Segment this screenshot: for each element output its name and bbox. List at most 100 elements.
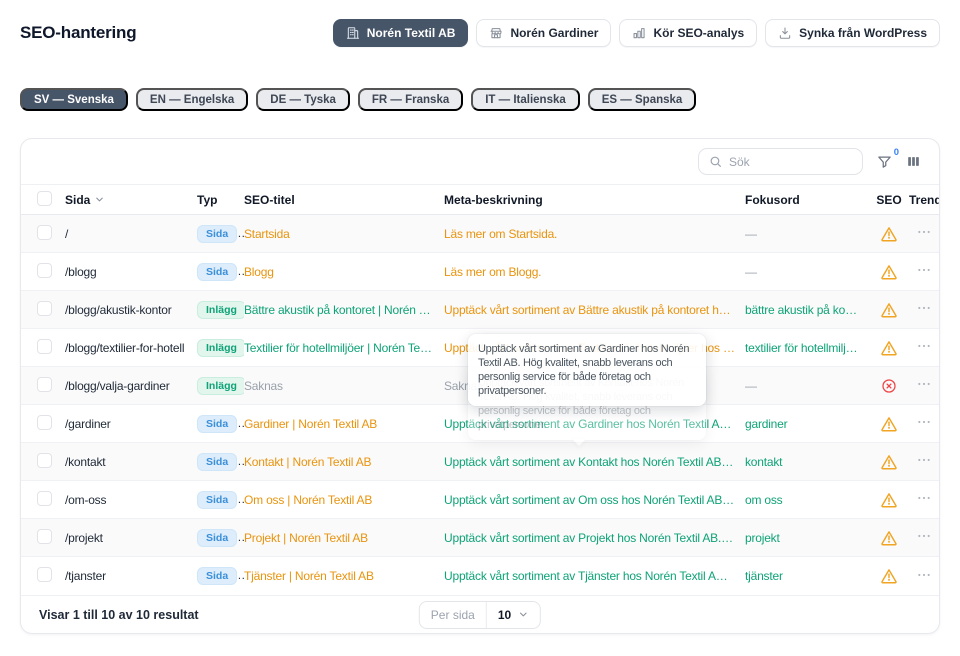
ellipsis-icon <box>916 414 932 433</box>
row-seo-title: Kontakt | Norén Textil AB <box>244 455 444 469</box>
ellipsis-icon <box>916 338 932 357</box>
building-icon <box>346 26 360 40</box>
lang-tab-en[interactable]: EN — Engelska <box>136 88 248 111</box>
select-all-checkbox[interactable] <box>37 191 52 206</box>
language-tabs: SV — Svenska EN — Engelska DE — Tyska FR — … <box>0 88 960 111</box>
row-path: /tjanster <box>65 569 197 583</box>
type-badge: Inlägg <box>197 339 244 357</box>
row-actions-button[interactable] <box>916 300 932 319</box>
lang-tab-sv[interactable]: SV — Svenska <box>20 88 128 111</box>
table-row: /om-ossSidaOm oss | Norén Textil ABUpptä… <box>21 481 939 519</box>
filter-button[interactable]: 0 <box>877 154 892 169</box>
row-focus-keyword: gardiner <box>745 417 869 431</box>
columns-button[interactable] <box>906 154 921 169</box>
column-header-seo-titel: SEO-titel <box>244 193 444 207</box>
button-norén-textil-ab[interactable]: Norén Textil AB <box>333 19 469 47</box>
row-actions-button[interactable] <box>916 338 932 357</box>
row-focus-keyword: kontakt <box>745 455 869 469</box>
download-icon <box>778 26 792 40</box>
row-checkbox[interactable] <box>37 301 52 316</box>
chevron-down-icon <box>94 194 105 205</box>
row-actions-button[interactable] <box>916 528 932 547</box>
row-focus-keyword: bättre akustik på kontoret <box>745 303 869 317</box>
row-focus-keyword: om oss <box>745 493 869 507</box>
seo-status-warning-icon <box>869 567 909 585</box>
button-kör-seo-analys[interactable]: Kör SEO-analys <box>619 19 757 47</box>
row-meta-description: Upptäck vårt sortiment av Kontakt hos No… <box>444 455 745 469</box>
row-checkbox[interactable] <box>37 339 52 354</box>
row-actions-button[interactable] <box>916 567 932 586</box>
type-badge: Inlägg <box>197 377 244 395</box>
row-focus-keyword: projekt <box>745 531 869 545</box>
row-actions-button[interactable] <box>916 490 932 509</box>
row-checkbox[interactable] <box>37 415 52 430</box>
search-input[interactable] <box>729 155 852 169</box>
table-row: /SidaStartsidaLäs mer om Startsida.— <box>21 215 939 253</box>
seo-status-warning-icon <box>869 339 909 357</box>
seo-status-warning-icon <box>869 301 909 319</box>
table-row: /tjansterSidaTjänster | Norén Textil ABU… <box>21 557 939 595</box>
row-checkbox[interactable] <box>37 225 52 240</box>
per-page-label: Per sida <box>420 602 487 628</box>
search-box[interactable] <box>698 148 863 175</box>
column-header-sida[interactable]: Sida <box>65 193 105 207</box>
type-badge: Sida <box>197 453 237 471</box>
table-header: Sida Typ SEO-titel Meta-beskrivning Foku… <box>21 184 939 215</box>
button-synka-från-wordpress[interactable]: Synka från WordPress <box>765 19 940 47</box>
button-norén-gardiner[interactable]: Norén Gardiner <box>476 19 611 47</box>
row-checkbox[interactable] <box>37 567 52 582</box>
seo-status-warning-icon <box>869 453 909 471</box>
type-badge: Sida <box>197 491 237 509</box>
row-actions-button[interactable] <box>916 414 932 433</box>
lang-tab-fr[interactable]: FR — Franska <box>358 88 463 111</box>
row-path: /gardiner <box>65 417 197 431</box>
row-actions-button[interactable] <box>916 452 932 471</box>
row-seo-title: Blogg <box>244 265 444 279</box>
type-badge: Sida <box>197 225 237 243</box>
seo-status-warning-icon <box>869 415 909 433</box>
row-meta-description: Upptäck vårt sortiment av Tjänster hos N… <box>444 569 745 583</box>
seo-status-error-icon <box>869 378 909 394</box>
row-checkbox[interactable] <box>37 263 52 278</box>
results-count: Visar 1 till 10 av 10 resultat <box>39 608 199 622</box>
row-actions-button[interactable] <box>916 376 932 395</box>
row-focus-keyword: — <box>745 227 869 241</box>
row-focus-keyword: — <box>745 379 869 393</box>
row-path: /kontakt <box>65 455 197 469</box>
row-checkbox[interactable] <box>37 491 52 506</box>
row-meta-description: Upptäck vårt sortiment av Projekt hos No… <box>444 531 745 545</box>
search-icon <box>709 155 722 168</box>
row-path: /blogg/valja-gardiner <box>65 379 197 393</box>
per-page-select[interactable]: 10 <box>487 602 540 628</box>
filter-icon <box>877 154 892 169</box>
column-header-trend: Trend <box>909 193 939 207</box>
table-row: /blogg/akustik-kontorInläggBättre akusti… <box>21 291 939 329</box>
row-checkbox[interactable] <box>37 529 52 544</box>
table-row: /kontaktSida Kontakt | Norén Textil ABUpp… <box>21 443 939 481</box>
column-header-seo: SEO <box>869 193 909 207</box>
column-header-meta-beskrivning: Meta-beskrivning <box>444 193 745 207</box>
columns-icon <box>906 154 921 169</box>
lang-tab-de[interactable]: DE — Tyska <box>256 88 350 111</box>
row-checkbox[interactable] <box>37 453 52 468</box>
lang-tab-it[interactable]: IT — Italienska <box>471 88 580 111</box>
row-actions-button[interactable] <box>916 224 932 243</box>
ellipsis-icon <box>916 224 932 243</box>
filter-count-badge: 0 <box>894 147 899 158</box>
row-focus-keyword: — <box>745 265 869 279</box>
row-checkbox[interactable] <box>37 377 52 392</box>
row-seo-title: Projekt | Norén Textil AB <box>244 531 444 545</box>
bar-chart-icon <box>632 26 646 40</box>
lang-tab-es[interactable]: ES — Spanska <box>588 88 697 111</box>
row-path: /blogg/akustik-kontor <box>65 303 197 317</box>
row-actions-button[interactable] <box>916 262 932 281</box>
page-title: SEO-hantering <box>20 23 136 43</box>
type-badge: Sida <box>197 529 237 547</box>
table-row: /bloggSidaBloggLäs mer om Blogg.— <box>21 253 939 291</box>
column-header-fokusord: Fokusord <box>745 193 869 207</box>
ellipsis-icon <box>916 567 932 586</box>
row-path: /blogg <box>65 265 197 279</box>
row-focus-keyword: textilier för hotellmiljöer <box>745 341 869 355</box>
header-actions: Norén Textil ABNorén Gardiner Kör SEO-ana… <box>333 19 940 47</box>
type-badge: Inlägg <box>197 301 244 319</box>
